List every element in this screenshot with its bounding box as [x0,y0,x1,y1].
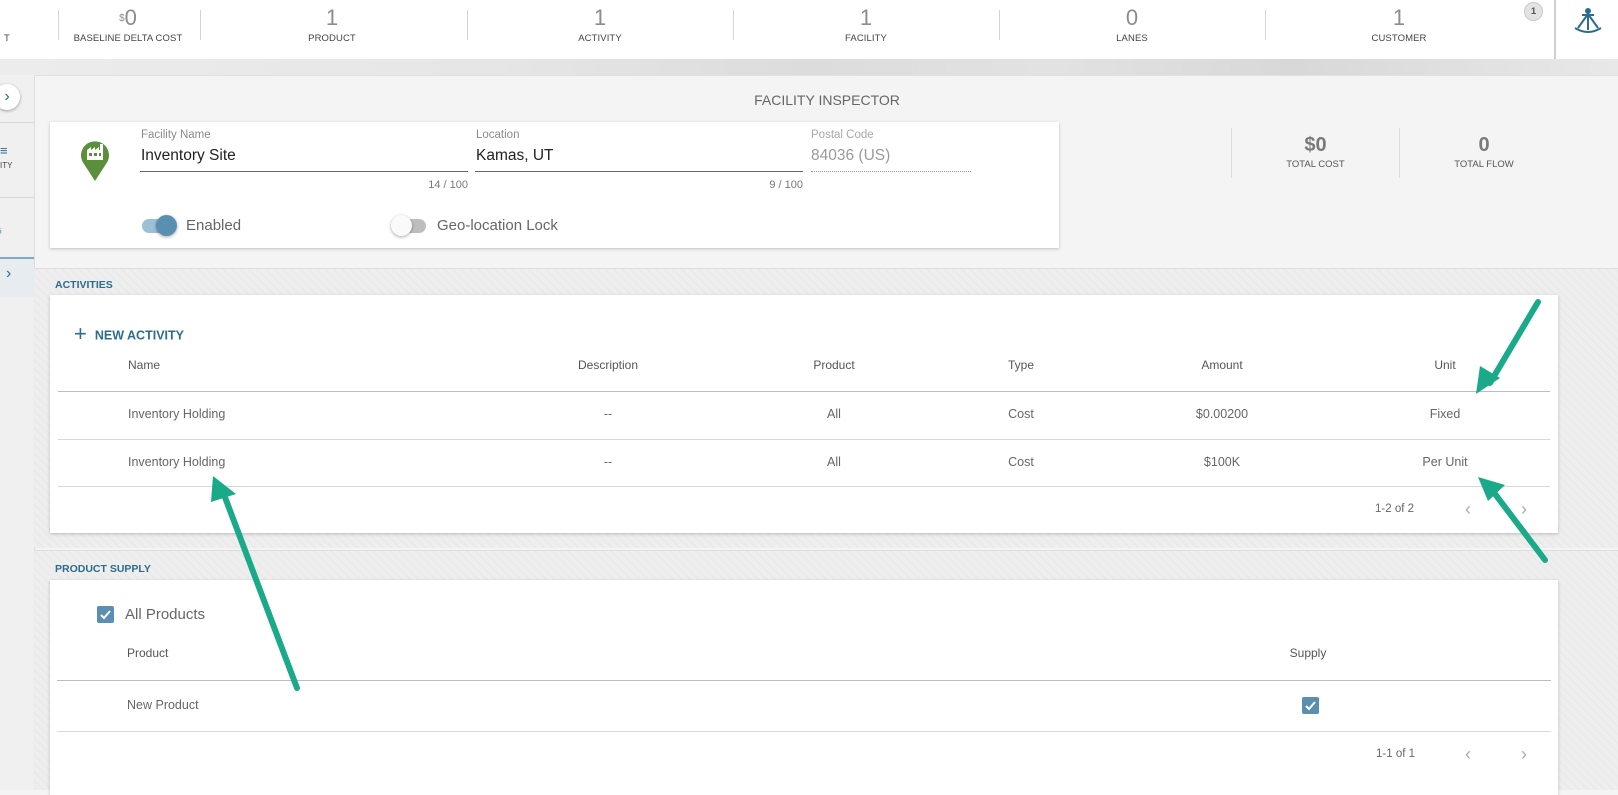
list-icon: ≡ [0,143,8,158]
column-header-name[interactable]: Name [128,358,160,372]
rail-active-item[interactable]: › [0,257,34,297]
column-header-product[interactable]: Product [127,646,168,660]
enabled-label: Enabled [186,217,242,234]
product-supply-card [50,580,1558,795]
column-header-type[interactable]: Type [981,358,1061,372]
map-background-strip [0,59,1618,76]
postal-code-label: Postal Code [811,129,874,141]
column-header-supply[interactable]: Supply [1268,646,1348,660]
next-page-icon[interactable]: › [1521,744,1527,765]
product-name: New Product [127,698,199,712]
stat-baseline-delta-cost[interactable]: $0 BASELINE DELTA COST [72,0,184,59]
rail-item-partial[interactable]: ᵢ [0,225,34,236]
column-header-description[interactable]: Description [548,358,668,372]
geolocation-lock-toggle[interactable] [391,215,426,237]
factory-pin-icon [78,138,112,187]
stat-lanes[interactable]: 0 LANES [1066,0,1198,59]
supply-checkbox[interactable] [1302,697,1319,714]
logo-divider [1554,0,1556,59]
location-field[interactable]: Kamas, UT [476,147,554,165]
total-flow-summary: 0 TOTAL FLOW [1399,128,1568,178]
activity-name: Inventory Holding [128,407,226,421]
all-products-label: All Products [125,606,206,623]
product-supply-pagination: 1-1 of 1 [1376,748,1415,760]
sextant-icon[interactable] [1571,6,1605,41]
geolocation-lock-label: Geo-location Lock [437,217,558,234]
activity-amount: $100K [1203,455,1241,469]
chevron-right-icon: › [6,265,12,282]
column-header-amount[interactable]: Amount [1172,358,1272,372]
activity-description: -- [603,407,613,421]
all-products-checkbox[interactable] [97,606,114,623]
notification-badge[interactable]: 1 [1524,2,1543,21]
column-header-unit[interactable]: Unit [1395,358,1495,372]
facility-name-field[interactable]: Inventory Site [141,147,236,165]
activities-section-title: ACTIVITIES [55,279,113,291]
facility-name-counter: 14 / 100 [428,179,468,191]
stat-activity[interactable]: 1 ACTIVITY [534,0,666,59]
partial-icon: ᵢ [0,225,2,236]
activity-product: All [827,455,841,469]
page-title: FACILITY INSPECTOR [754,92,900,108]
left-rail: › ≡ ITY ᵢ › [0,75,35,790]
stat-customer[interactable]: 1 CUSTOMER [1333,0,1465,59]
plus-icon: + [74,321,87,346]
next-page-icon[interactable]: › [1521,499,1527,520]
total-cost-summary: $0 TOTAL COST [1231,128,1399,178]
activity-type: Cost [1008,455,1034,469]
location-counter: 9 / 100 [769,179,803,191]
location-label: Location [476,129,520,141]
facility-details-card: Facility Name Inventory Site 14 / 100 Lo… [50,122,1059,248]
postal-code-field: 84036 (US) [811,147,891,164]
enabled-toggle[interactable] [142,215,177,237]
activity-description: -- [603,455,613,469]
expand-chevron-icon[interactable]: › [0,84,20,110]
stat-product[interactable]: 1 PRODUCT [266,0,398,59]
previous-page-icon[interactable]: ‹ [1465,499,1471,520]
activity-product: All [827,407,841,421]
activity-unit: Per Unit [1422,455,1468,469]
column-header-product[interactable]: Product [784,358,884,372]
activity-type: Cost [1008,407,1034,421]
previous-page-icon[interactable]: ‹ [1465,744,1471,765]
stat-cost-cut: T [4,33,10,44]
stat-facility[interactable]: 1 FACILITY [800,0,932,59]
activity-unit: Fixed [1429,407,1461,421]
activity-name: Inventory Holding [128,455,226,469]
facility-name-label: Facility Name [141,129,211,141]
product-supply-section-title: PRODUCT SUPPLY [55,563,151,575]
top-stats-bar: T $0 BASELINE DELTA COST 1 PRODUCT 1 ACT… [0,0,1618,60]
new-activity-button[interactable]: + NEW ACTIVITY [74,321,184,349]
activities-pagination: 1-2 of 2 [1375,503,1414,515]
activity-amount: $0.00200 [1195,407,1249,421]
rail-item-activity[interactable]: ≡ ITY [0,143,34,170]
